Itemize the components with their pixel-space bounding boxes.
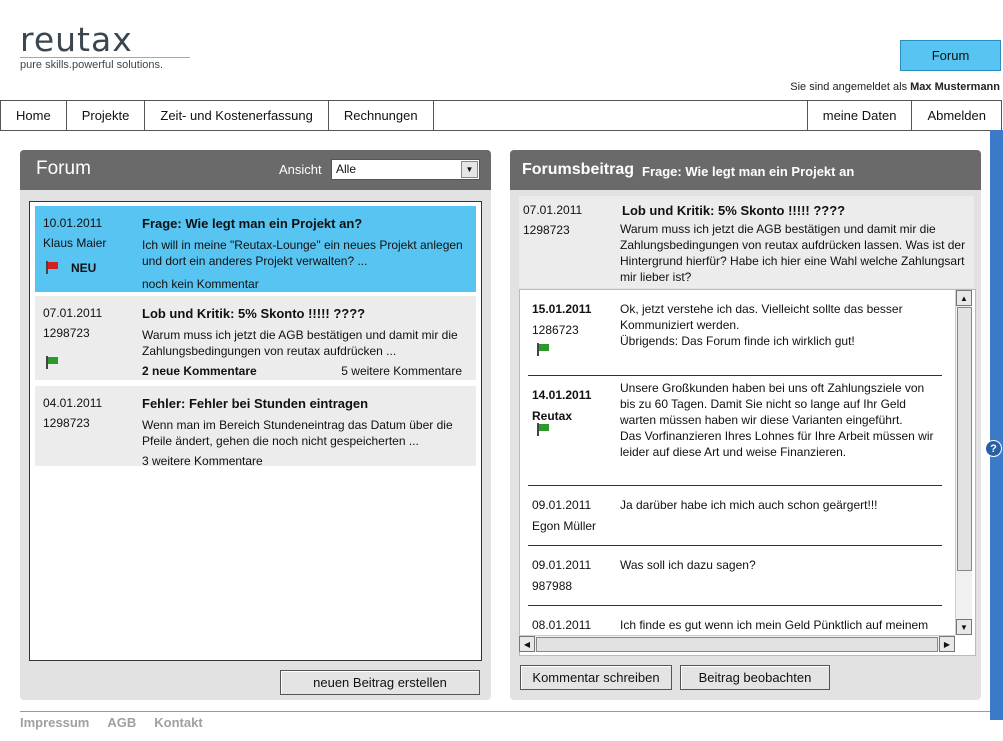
comment-vertical-scrollbar[interactable]: ▲ ▼ bbox=[955, 290, 972, 635]
comment-horizontal-scrollbar[interactable]: ◀ ▶ bbox=[519, 635, 955, 652]
scroll-up-icon[interactable]: ▲ bbox=[956, 290, 972, 306]
comment-author: Reutax bbox=[532, 409, 573, 423]
new-badge: NEU bbox=[71, 261, 97, 275]
comment-body: Was soll ich dazu sagen? bbox=[620, 558, 756, 572]
post-item[interactable]: 04.01.2011 1298723 Fehler: Fehler bei St… bbox=[35, 386, 476, 468]
comment-body: Ja darüber habe ich mich auch schon geär… bbox=[620, 498, 878, 512]
logo-tagline: pure skills.powerful solutions. bbox=[20, 57, 190, 71]
nav-abmelden[interactable]: Abmelden bbox=[912, 101, 1001, 130]
footer-agb-link[interactable]: AGB bbox=[107, 715, 136, 730]
scroll-left-icon[interactable]: ◀ bbox=[519, 636, 535, 652]
side-strip bbox=[990, 130, 1003, 720]
main-nav: Home Projekte Zeit- und Kostenerfassung … bbox=[0, 100, 1002, 131]
nav-spacer bbox=[434, 101, 808, 130]
original-title: Lob und Kritik: 5% Skonto !!!!! ???? bbox=[622, 203, 846, 218]
post-date: 10.01.2011 bbox=[43, 216, 103, 230]
new-post-button[interactable]: neuen Beitrag erstellen bbox=[280, 670, 480, 695]
post-author: 1298723 bbox=[43, 416, 90, 430]
comment-item: 09.01.2011 Egon Müller Ja darüber habe i… bbox=[520, 486, 942, 546]
thread-subtitle: Frage: Wie legt man ein Projekt an bbox=[642, 164, 855, 179]
chevron-down-icon[interactable]: ▼ bbox=[461, 161, 478, 178]
comment-date: 08.01.2011 bbox=[532, 618, 592, 632]
post-author: 1298723 bbox=[43, 326, 90, 340]
green-flag-icon bbox=[45, 356, 59, 369]
scroll-thumb[interactable] bbox=[536, 637, 938, 652]
post-comment-count[interactable]: noch kein Kommentar bbox=[142, 277, 259, 291]
post-item[interactable]: 10.01.2011 Klaus Maier NEU Frage: Wie le… bbox=[35, 206, 476, 292]
comment-body: Unsere Großkunden haben bei uns oft Zahl… bbox=[620, 381, 934, 459]
post-new-comments[interactable]: 2 neue Kommentare bbox=[142, 364, 257, 378]
login-prefix: Sie sind angemeldet als bbox=[790, 81, 908, 93]
watch-post-button[interactable]: Beitrag beobachten bbox=[680, 665, 830, 690]
scroll-thumb[interactable] bbox=[957, 307, 972, 571]
post-excerpt: Wenn man im Bereich Stundeneintrag das D… bbox=[142, 418, 453, 448]
write-comment-button[interactable]: Kommentar schreiben bbox=[520, 665, 672, 690]
nav-home[interactable]: Home bbox=[1, 101, 67, 130]
post-more-comments[interactable]: 5 weitere Kommentare bbox=[341, 364, 462, 378]
green-flag-icon bbox=[536, 343, 550, 356]
scroll-down-icon[interactable]: ▼ bbox=[956, 619, 972, 635]
comment-item: 14.01.2011 Reutax Unsere Großkunden habe… bbox=[520, 376, 942, 486]
footer-impressum-link[interactable]: Impressum bbox=[20, 715, 89, 730]
filter-value: Alle bbox=[336, 162, 357, 176]
forum-button[interactable]: Forum bbox=[900, 40, 1001, 71]
comment-author: Egon Müller bbox=[532, 519, 597, 533]
thread-title: Forumsbeitrag bbox=[522, 161, 635, 178]
comment-body: Ok, jetzt verstehe ich das. Vielleicht s… bbox=[620, 302, 903, 348]
post-more-comments[interactable]: 3 weitere Kommentare bbox=[142, 454, 263, 468]
filter-select[interactable]: Alle ▼ bbox=[331, 159, 480, 180]
filter-label: Ansicht bbox=[279, 162, 322, 177]
user-name: Max Mustermann bbox=[910, 81, 1000, 93]
original-author: 1298723 bbox=[523, 223, 570, 237]
help-icon[interactable]: ? bbox=[985, 440, 1002, 457]
forum-title: Forum bbox=[36, 158, 91, 179]
nav-projekte[interactable]: Projekte bbox=[67, 101, 146, 130]
green-flag-icon bbox=[536, 423, 550, 436]
post-excerpt: Warum muss ich jetzt die AGB bestätigen … bbox=[142, 328, 458, 358]
comment-item: 15.01.2011 1286723 Ok, jetzt verstehe ic… bbox=[520, 290, 942, 376]
footer-divider bbox=[20, 711, 990, 712]
footer-kontakt-link[interactable]: Kontakt bbox=[154, 715, 202, 730]
post-excerpt: Ich will in meine "Reutax-Lounge" ein ne… bbox=[142, 238, 463, 268]
post-item[interactable]: 07.01.2011 1298723 Lob und Kritik: 5% Sk… bbox=[35, 296, 476, 380]
original-post: 07.01.2011 1298723 Lob und Kritik: 5% Sk… bbox=[519, 196, 974, 288]
post-author: Klaus Maier bbox=[43, 236, 107, 250]
post-title[interactable]: Frage: Wie legt man ein Projekt an? bbox=[142, 216, 362, 231]
post-title[interactable]: Lob und Kritik: 5% Skonto !!!!! ???? bbox=[142, 306, 365, 321]
post-date: 07.01.2011 bbox=[43, 306, 103, 320]
nav-rechnungen[interactable]: Rechnungen bbox=[329, 101, 434, 130]
login-status: Sie sind angemeldet als Max Mustermann bbox=[790, 81, 1000, 93]
comment-author: 987988 bbox=[532, 579, 573, 593]
comment-date: 14.01.2011 bbox=[532, 388, 592, 402]
comment-date: 09.01.2011 bbox=[532, 498, 592, 512]
original-body: Warum muss ich jetzt die AGB bestätigen … bbox=[620, 222, 966, 284]
post-title[interactable]: Fehler: Fehler bei Stunden eintragen bbox=[142, 396, 368, 411]
comment-list: 15.01.2011 1286723 Ok, jetzt verstehe ic… bbox=[519, 289, 976, 656]
comment-date: 15.01.2011 bbox=[532, 302, 592, 316]
comment-author: 1286723 bbox=[532, 323, 579, 337]
red-flag-icon bbox=[45, 261, 59, 274]
nav-meine-daten[interactable]: meine Daten bbox=[808, 101, 913, 130]
post-date: 04.01.2011 bbox=[43, 396, 103, 410]
original-date: 07.01.2011 bbox=[523, 203, 583, 217]
scroll-right-icon[interactable]: ▶ bbox=[939, 636, 955, 652]
footer-links: Impressum AGB Kontakt bbox=[20, 715, 203, 730]
logo-wordmark: reutax bbox=[20, 20, 133, 59]
post-list: 10.01.2011 Klaus Maier NEU Frage: Wie le… bbox=[29, 201, 482, 661]
comment-date: 09.01.2011 bbox=[532, 558, 592, 572]
reutax-logo[interactable]: reutax pure skills.powerful solutions. bbox=[20, 20, 192, 74]
nav-zeit-kostenerfassung[interactable]: Zeit- und Kostenerfassung bbox=[145, 101, 329, 130]
comment-item: 09.01.2011 987988 Was soll ich dazu sage… bbox=[520, 546, 942, 606]
